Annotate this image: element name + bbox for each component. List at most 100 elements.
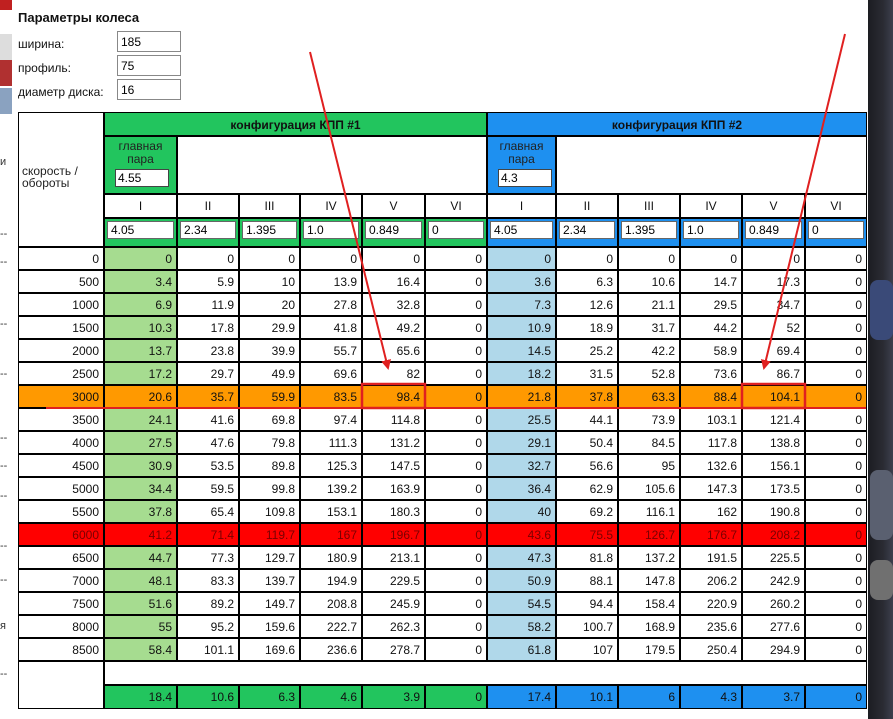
config2-speed-cell: 88.1 [556, 569, 618, 592]
config2-speed-cell: 0 [805, 385, 867, 408]
config2-speed-cell: 0 [805, 408, 867, 431]
rim-diameter-input[interactable] [117, 79, 181, 100]
config1-speed-cell: 139.2 [300, 477, 362, 500]
config2-speed-cell: 162 [680, 500, 742, 523]
profile-input[interactable] [117, 55, 181, 76]
config1-speed-cell: 149.7 [239, 592, 300, 615]
config1-speed-cell: 0 [425, 362, 487, 385]
config2-main-pair-input[interactable] [498, 169, 552, 187]
rpm-cell: 3500 [18, 408, 104, 431]
config2-speed-cell: 132.6 [680, 454, 742, 477]
config1-speed-cell: 196.7 [362, 523, 425, 546]
config1-speed-cell: 5.9 [177, 270, 239, 293]
wheel-params-panel: Параметры колеса ширина: профиль: диамет… [18, 10, 181, 103]
left-fragment-text: -- [0, 318, 8, 330]
config2-footer-cell: 6 [618, 685, 680, 709]
config2-speed-cell: 117.8 [680, 431, 742, 454]
config2-gear-III-header: III [618, 194, 680, 218]
rpm-cell: 5000 [18, 477, 104, 500]
config1-main-pair-input[interactable] [115, 169, 169, 187]
config2-ratio-input-V[interactable] [745, 221, 802, 239]
config1-speed-cell: 39.9 [239, 339, 300, 362]
config1-speed-cell: 153.1 [300, 500, 362, 523]
config2-speed-cell: 61.8 [487, 638, 556, 661]
config2-ratio-cell [805, 218, 867, 247]
config2-speed-cell: 0 [805, 477, 867, 500]
left-fragment-text: -- [0, 668, 8, 680]
left-fragment-text: -- [0, 432, 8, 444]
config2-speed-cell: 0 [805, 316, 867, 339]
config1-ratio-input-III[interactable] [242, 221, 297, 239]
config1-speed-cell: 41.2 [104, 523, 177, 546]
config2-speed-cell: 25.2 [556, 339, 618, 362]
left-fragment-text: -- [0, 490, 8, 502]
config1-speed-cell: 0 [425, 431, 487, 454]
rpm-cell: 3000 [18, 385, 104, 408]
config2-footer-cell: 3.7 [742, 685, 805, 709]
config2-speed-cell: 158.4 [618, 592, 680, 615]
left-fragment-text: -- [0, 256, 8, 268]
config2-speed-cell: 40 [487, 500, 556, 523]
config1-ratio-input-VI[interactable] [428, 221, 484, 239]
config2-speed-cell: 10.9 [487, 316, 556, 339]
config2-speed-cell: 47.3 [487, 546, 556, 569]
config1-speed-cell: 98.4 [362, 385, 425, 408]
config2-speed-cell: 0 [805, 454, 867, 477]
config2-ratio-input-II[interactable] [559, 221, 615, 239]
config2-speed-cell: 179.5 [618, 638, 680, 661]
param-row-width: ширина: [18, 31, 181, 55]
config1-ratio-input-I[interactable] [107, 221, 174, 239]
config2-speed-cell: 73.9 [618, 408, 680, 431]
rpm-cell: 0 [18, 247, 104, 270]
width-input[interactable] [117, 31, 181, 52]
rpm-cell: 1500 [18, 316, 104, 339]
config1-speed-cell: 53.5 [177, 454, 239, 477]
rpm-cell: 7000 [18, 569, 104, 592]
config1-speed-cell: 37.8 [104, 500, 177, 523]
config1-speed-cell: 139.7 [239, 569, 300, 592]
config1-ratio-input-II[interactable] [180, 221, 236, 239]
config1-speed-cell: 89.8 [239, 454, 300, 477]
config2-speed-cell: 69.2 [556, 500, 618, 523]
config1-ratio-input-V[interactable] [365, 221, 422, 239]
config2-speed-cell: 63.3 [618, 385, 680, 408]
config2-ratio-input-I[interactable] [490, 221, 553, 239]
config1-speed-cell: 34.4 [104, 477, 177, 500]
config1-speed-cell: 129.7 [239, 546, 300, 569]
config2-speed-cell: 18.9 [556, 316, 618, 339]
config1-speed-cell: 208.8 [300, 592, 362, 615]
config2-speed-cell: 225.5 [742, 546, 805, 569]
config2-ratio-cell [618, 218, 680, 247]
config2-speed-cell: 104.1 [742, 385, 805, 408]
config1-footer-cell: 3.9 [362, 685, 425, 709]
config2-ratio-input-VI[interactable] [808, 221, 864, 239]
rpm-cell: 1000 [18, 293, 104, 316]
config1-speed-cell: 0 [425, 638, 487, 661]
config2-ratio-cell [487, 218, 556, 247]
config1-speed-cell: 114.8 [362, 408, 425, 431]
config2-speed-cell: 277.6 [742, 615, 805, 638]
config1-speed-cell: 97.4 [300, 408, 362, 431]
config1-ratio-cell [362, 218, 425, 247]
config1-speed-cell: 20 [239, 293, 300, 316]
rpm-cell: 2500 [18, 362, 104, 385]
left-fragment-block [0, 34, 12, 60]
config1-speed-cell: 0 [425, 408, 487, 431]
config2-speed-cell: 260.2 [742, 592, 805, 615]
config2-footer-cell: 4.3 [680, 685, 742, 709]
config1-ratio-cell [177, 218, 239, 247]
config1-ratio-input-IV[interactable] [303, 221, 359, 239]
config1-ratio-cell [425, 218, 487, 247]
config2-speed-cell: 168.9 [618, 615, 680, 638]
config2-speed-cell: 14.7 [680, 270, 742, 293]
config1-speed-cell: 29.9 [239, 316, 300, 339]
config1-speed-cell: 55.7 [300, 339, 362, 362]
config2-ratio-input-III[interactable] [621, 221, 677, 239]
config2-ratio-input-IV[interactable] [683, 221, 739, 239]
config1-speed-cell: 0 [239, 247, 300, 270]
rpm-cell: 7500 [18, 592, 104, 615]
rpm-cell: 6500 [18, 546, 104, 569]
config2-speed-cell: 58.9 [680, 339, 742, 362]
config1-speed-cell: 0 [425, 592, 487, 615]
config2-speed-cell: 86.7 [742, 362, 805, 385]
